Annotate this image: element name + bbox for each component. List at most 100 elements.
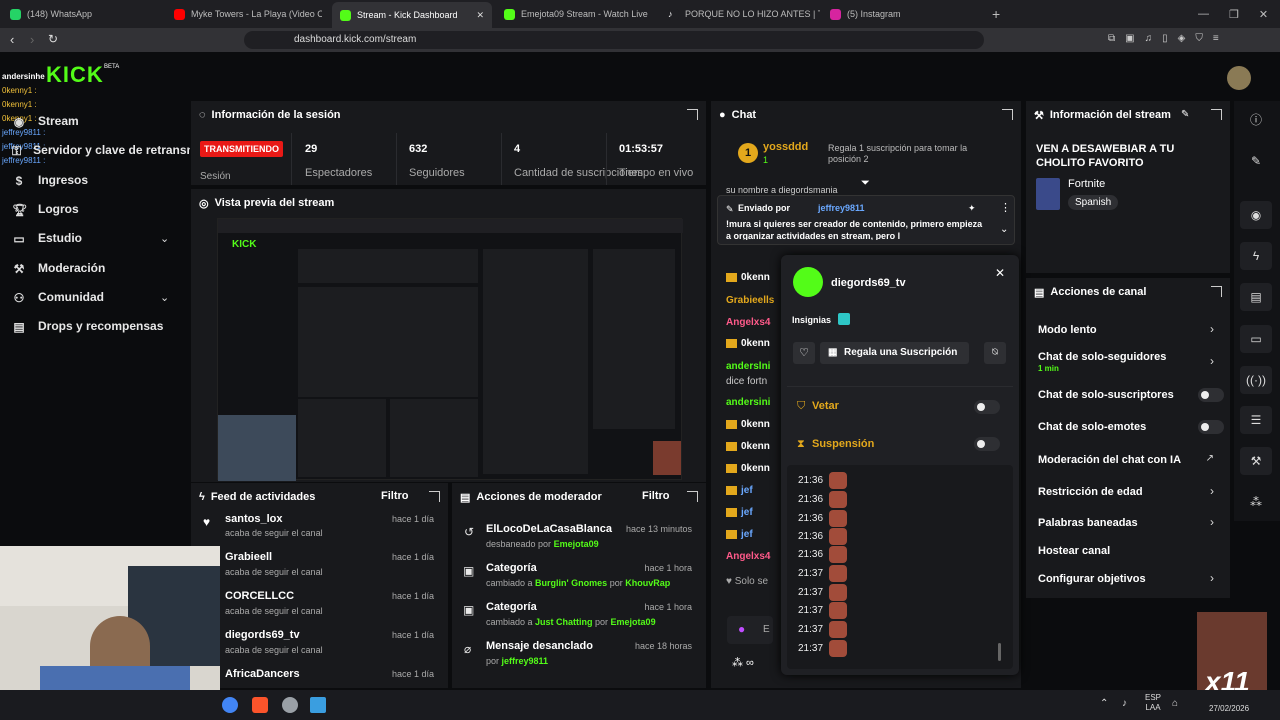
expand-icon[interactable]	[1002, 109, 1013, 120]
chat-username[interactable]: andersini	[726, 397, 770, 408]
sidebar-item-stream[interactable]: ◉ Stream	[12, 114, 79, 129]
sidebar-item-logros[interactable]: 🏆︎ Logros	[12, 202, 79, 217]
close-icon[interactable]: ✕	[995, 266, 1005, 280]
chat-username[interactable]: anderslni	[726, 361, 770, 372]
action-subs-only[interactable]: Chat de solo-suscriptores	[1038, 389, 1174, 401]
browser-tab-active[interactable]: Stream - Kick Dashboard ✕	[332, 2, 492, 28]
ban-toggle[interactable]	[974, 400, 1000, 414]
action-age-restriction[interactable]: Restricción de edad	[1038, 486, 1143, 498]
chat-username[interactable]: 0kenn	[741, 463, 770, 474]
camera-icon[interactable]: ◉	[1240, 201, 1272, 229]
close-tab-icon[interactable]: ✕	[476, 10, 484, 21]
timeout-toggle[interactable]	[974, 437, 1000, 451]
browser-tab[interactable]: Emejota09 Stream - Watch Live o	[504, 4, 648, 24]
chevron-right-icon[interactable]: ›	[1210, 515, 1214, 529]
reload-icon[interactable]: ↻	[48, 32, 58, 46]
follow-heart-button[interactable]: ♡	[793, 342, 815, 364]
stream-preview-video[interactable]: KICK	[217, 218, 683, 481]
bolt-icon[interactable]: ϟ	[1240, 242, 1272, 270]
mute-button[interactable]: ⍉	[984, 342, 1006, 364]
scrollbar[interactable]	[998, 643, 1001, 661]
layout-icon[interactable]: ☰	[1240, 406, 1272, 434]
chevron-right-icon[interactable]: ›	[1210, 571, 1214, 585]
action-host-channel[interactable]: Hostear canal	[1038, 545, 1110, 557]
expand-icon[interactable]	[429, 491, 440, 502]
collapse-icon[interactable]: ⏷	[861, 177, 870, 190]
expand-icon[interactable]	[687, 491, 698, 502]
avatar[interactable]	[1227, 66, 1251, 90]
close-window-icon[interactable]: ✕	[1259, 8, 1268, 21]
chat-icon[interactable]: ▭	[1240, 325, 1272, 353]
chevron-down-icon[interactable]: ⌄	[160, 232, 169, 245]
chat-username[interactable]: Angelxs4	[726, 317, 770, 328]
chevron-down-icon[interactable]: ⌄	[160, 291, 169, 304]
expand-icon[interactable]	[687, 109, 698, 120]
action-goals[interactable]: Configurar objetivos	[1038, 573, 1146, 585]
unpin-icon[interactable]: ✦	[968, 203, 976, 214]
browser-tab[interactable]: (5) Instagram	[830, 4, 980, 24]
feed-username[interactable]: diegords69_tv	[225, 629, 300, 641]
tray-chevron-icon[interactable]: ⌃	[1100, 698, 1108, 709]
more-icon[interactable]: ⋮	[1000, 201, 1011, 214]
mod-by[interactable]: Emejota09	[611, 617, 656, 627]
settings-icon[interactable]: ⁂ ∞	[732, 656, 754, 669]
category-thumbnail[interactable]	[1036, 178, 1060, 210]
app-icon[interactable]	[310, 697, 326, 713]
shield-icon[interactable]: ⛉	[1195, 33, 1203, 47]
mod-by[interactable]: KhouvRap	[625, 578, 670, 588]
chat-username[interactable]: 0kenn	[741, 419, 770, 430]
action-slow-mode[interactable]: Modo lento	[1038, 324, 1097, 336]
action-emotes-only[interactable]: Chat de solo-emotes	[1038, 421, 1146, 433]
url-input[interactable]: dashboard.kick.com/stream	[244, 31, 984, 49]
feed-username[interactable]: Grabieell	[225, 551, 272, 563]
sidebar-item-comunidad[interactable]: ⚇ Comunidad	[12, 290, 104, 305]
chat-username[interactable]: jef	[741, 507, 753, 518]
chat-username[interactable]: 0kenn	[741, 338, 770, 349]
sidebar-item-estudio[interactable]: ▭ Estudio	[12, 231, 82, 246]
mod-category[interactable]: Just Chatting	[535, 617, 593, 627]
external-link-icon[interactable]: ↗	[1206, 453, 1214, 464]
language-indicator[interactable]: ESP LAA	[1145, 693, 1161, 713]
feed-username[interactable]: santos_lox	[225, 513, 282, 525]
chat-username[interactable]: jef	[741, 485, 753, 496]
sidebar-item-ingresos[interactable]: $ Ingresos	[12, 173, 88, 188]
emotes-only-toggle[interactable]	[1198, 420, 1224, 434]
sidebar-item-moderacion[interactable]: ⚒︎ Moderación	[12, 261, 106, 276]
mic-icon[interactable]: ♪	[1122, 698, 1127, 709]
gifter-name[interactable]: yossddd	[763, 141, 808, 153]
chat-username[interactable]: Angelxs4	[726, 551, 770, 562]
new-tab-button[interactable]: +	[992, 4, 1000, 24]
user-card-username[interactable]: diegords69_tv	[831, 277, 906, 289]
subs-only-toggle[interactable]	[1198, 388, 1224, 402]
pinned-user[interactable]: jeffrey9811	[818, 203, 865, 213]
sidebar-item-server-key[interactable]: ⚿ Servidor y clave de retransm	[12, 143, 190, 157]
broadcast-icon[interactable]: ((·))	[1240, 366, 1272, 394]
chevron-right-icon[interactable]: ›	[1210, 322, 1214, 336]
sidebar-icon[interactable]: ▯	[1162, 33, 1168, 47]
wallet-icon[interactable]: ◈	[1178, 33, 1186, 47]
back-icon[interactable]: ‹	[10, 32, 14, 47]
expand-icon[interactable]	[1211, 109, 1222, 120]
chevron-down-icon[interactable]: ⌄	[1000, 224, 1008, 235]
minimize-icon[interactable]: —	[1198, 8, 1209, 20]
brave-icon[interactable]	[252, 697, 268, 713]
chevron-right-icon[interactable]: ›	[1210, 484, 1214, 498]
action-ai-moderation[interactable]: Moderación del chat con IA	[1038, 454, 1181, 466]
forward-icon[interactable]: ›	[30, 32, 34, 47]
mod-by[interactable]: jeffrey9811	[502, 656, 549, 666]
apps-icon[interactable]: ⁂	[1240, 488, 1272, 516]
action-banned-words[interactable]: Palabras baneadas	[1038, 517, 1138, 529]
extension-icon[interactable]: ▣	[1125, 33, 1134, 47]
gift-sub-button[interactable]: ▦ Regala una Suscripción	[820, 342, 969, 364]
menu-icon[interactable]: ≡	[1213, 33, 1219, 47]
network-icon[interactable]: ⌂	[1172, 698, 1178, 709]
browser-tab[interactable]: ♪ PORQUE NO LO HIZO ANTES | TikTok	[668, 4, 820, 24]
chat-username[interactable]: jef	[741, 529, 753, 540]
info-icon[interactable]: ⓘ	[1240, 106, 1272, 134]
browser-tab[interactable]: (148) WhatsApp	[10, 4, 160, 24]
feed-filter-button[interactable]: Filtro	[381, 490, 409, 502]
obs-icon[interactable]	[282, 697, 298, 713]
microphone-icon[interactable]: ●	[738, 622, 745, 636]
expand-icon[interactable]	[1211, 286, 1222, 297]
wrench-icon[interactable]: ⚒︎	[1240, 447, 1272, 475]
